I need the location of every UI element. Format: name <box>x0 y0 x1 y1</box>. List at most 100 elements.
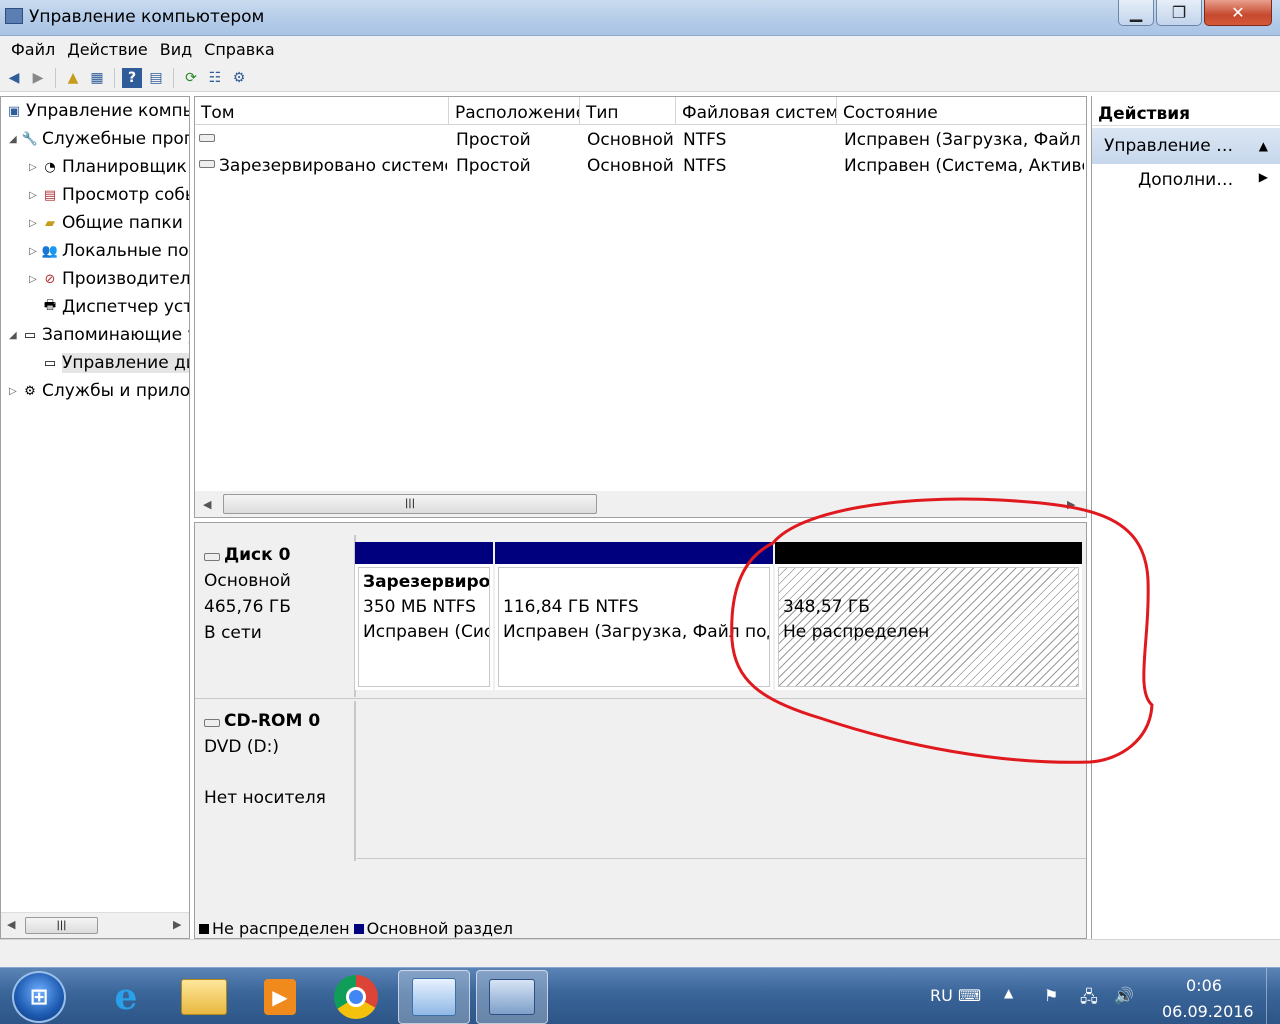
column-status[interactable]: Состояние <box>837 97 1086 125</box>
menu-file[interactable]: Файл <box>6 36 60 64</box>
actions-title: Действия <box>1092 96 1280 126</box>
tree-horizontal-scrollbar[interactable]: ◀ ||| ▶ <box>1 912 189 938</box>
shared-folder-icon: ▰ <box>45 215 55 231</box>
scroll-right-icon[interactable]: ▶ <box>173 918 181 931</box>
file-system-cell: NTFS <box>683 130 727 150</box>
clock-icon: ◔ <box>44 159 56 175</box>
table-row[interactable]: Простой Основной NTFS Исправен (Загрузка… <box>195 127 1086 153</box>
cdrom-0-name: CD-ROM 0 <box>204 711 354 731</box>
cdrom-0-info[interactable]: CD-ROM 0 DVD (D:) Нет носителя <box>196 701 356 861</box>
computer-management-taskbar-icon[interactable] <box>476 970 548 1024</box>
keyboard-icon[interactable]: ⌨ <box>958 986 981 1005</box>
partition-body: 116,84 ГБ NTFS Исправен (Загрузка, Файл … <box>498 567 770 687</box>
show-desktop-button[interactable] <box>1266 968 1280 1024</box>
performance-icon: ⊘ <box>44 271 56 287</box>
tree-item-performance[interactable]: ▷ ⊘ Производительность <box>29 266 189 292</box>
tree-item-storage[interactable]: ◢ ▭ Запоминающие устройства <box>9 322 189 348</box>
services-icon: ⚙ <box>24 383 36 399</box>
disk-0-info[interactable]: Диск 0 Основной 465,76 ГБ В сети <box>196 535 356 697</box>
start-button[interactable]: ⊞ <box>12 971 66 1023</box>
settings-icon[interactable]: ⚙ <box>229 68 249 88</box>
partition-body: 348,57 ГБ Не распределен <box>778 567 1079 687</box>
up-folder-icon[interactable]: ▲ <box>63 68 83 88</box>
column-volume[interactable]: Том <box>195 97 449 125</box>
language-indicator[interactable]: RU <box>930 986 953 1005</box>
clock-time[interactable]: 0:06 <box>1186 976 1222 995</box>
partition-state: Не распределен <box>783 622 930 642</box>
users-icon: 👥 <box>41 243 59 259</box>
cdrom-0-size <box>204 763 354 782</box>
expand-arrow-icon[interactable]: ▷ <box>29 218 41 229</box>
scroll-right-icon[interactable]: ▶ <box>1067 498 1075 511</box>
tree-item-task-scheduler[interactable]: ▷ ◔ Планировщик заданий <box>29 154 189 180</box>
scrollbar-thumb[interactable]: ||| <box>223 494 597 514</box>
tree-item-local-users[interactable]: ▷ 👥 Локальные пользователи <box>29 238 189 264</box>
menu-action[interactable]: Действие <box>62 36 153 64</box>
title-bar[interactable]: Управление компьютером ▁ ❐ ✕ <box>0 0 1280 36</box>
properties-icon[interactable]: ▤ <box>146 68 166 88</box>
column-layout[interactable]: Расположение <box>449 97 580 125</box>
partition-state: Исправен (Система, Активен, Основной раз… <box>363 622 490 642</box>
partition-state: Исправен (Загрузка, Файл подкачки, Авари… <box>503 622 769 642</box>
menu-help[interactable]: Справка <box>199 36 280 64</box>
computer-icon: ▣ <box>7 103 21 119</box>
tree-item-services[interactable]: ▷ ⚙ Службы и приложения <box>9 378 189 404</box>
taskbar: ⊞ e ▶ RU ⌨ ▲ ⚑ 🖧 🔊 0:06 06.09.2016 <box>0 967 1280 1024</box>
scrollbar-thumb[interactable]: ||| <box>25 917 98 934</box>
column-type[interactable]: Тип <box>580 97 676 125</box>
expand-arrow-icon[interactable]: ▷ <box>29 162 41 173</box>
chrome-icon[interactable] <box>320 970 392 1024</box>
collapse-arrow-icon[interactable]: ▲ <box>1259 139 1268 153</box>
maximize-button[interactable]: ❐ <box>1156 0 1202 26</box>
tree-item-shared-folders[interactable]: ▷ ▰ Общие папки <box>29 210 183 236</box>
table-row[interactable]: Зарезервировано системой Простой Основно… <box>195 153 1086 179</box>
tree-item-device-manager[interactable]: 🖶 Диспетчер устройств <box>29 294 189 320</box>
expand-arrow-icon[interactable]: ◢ <box>9 134 21 145</box>
control-panel-icon[interactable] <box>398 970 470 1024</box>
refresh-icon[interactable]: ⟳ <box>181 68 201 88</box>
media-player-icon[interactable]: ▶ <box>244 970 316 1024</box>
partition-body: Зарезервировано системой 350 МБ NTFS Исп… <box>358 567 490 687</box>
show-hide-tree-icon[interactable]: ▦ <box>87 68 107 88</box>
actions-section-label: Управление дисками <box>1104 136 1239 156</box>
volume-icon[interactable]: 🔊 <box>1114 986 1134 1005</box>
forward-arrow-icon[interactable]: ▶ <box>28 68 48 88</box>
expand-arrow-icon[interactable]: ▷ <box>29 246 41 257</box>
expand-arrow-icon[interactable]: ▷ <box>29 190 41 201</box>
actions-pane: Действия Управление дисками ▲ Дополнител… <box>1091 96 1280 939</box>
explorer-folder-icon[interactable] <box>168 970 240 1024</box>
column-file-system[interactable]: Файловая система <box>676 97 837 125</box>
more-actions-item[interactable]: Дополнительные действия ▶ <box>1092 164 1280 196</box>
hard-disk-icon <box>204 553 220 561</box>
action-center-flag-icon[interactable]: ⚑ <box>1044 986 1058 1005</box>
expand-arrow-icon[interactable]: ▷ <box>9 386 21 397</box>
partition-c[interactable]: 116,84 ГБ NTFS Исправен (Загрузка, Файл … <box>495 542 773 690</box>
actions-section-disk-management[interactable]: Управление дисками ▲ <box>1092 128 1280 164</box>
tree-item-disk-management[interactable]: ▭ Управление дисками <box>29 350 189 376</box>
menu-view[interactable]: Вид <box>155 36 197 64</box>
minimize-button[interactable]: ▁ <box>1118 0 1154 26</box>
scroll-left-icon[interactable]: ◀ <box>7 918 15 931</box>
back-arrow-icon[interactable]: ◀ <box>4 68 24 88</box>
menu-bar: Файл Действие Вид Справка <box>0 36 1280 64</box>
tree-root[interactable]: ▣ Управление компьютером (локальным) <box>5 98 189 124</box>
expand-arrow-icon[interactable]: ▷ <box>29 274 41 285</box>
volume-list-horizontal-scrollbar[interactable]: ◀ ||| ▶ <box>195 491 1086 517</box>
tree-item-event-viewer[interactable]: ▷ ▤ Просмотр событий <box>29 182 189 208</box>
show-hidden-icons-icon[interactable]: ▲ <box>1004 986 1013 1000</box>
legend-item-primary: Основной раздел <box>353 919 513 938</box>
disk-graphical-view: Диск 0 Основной 465,76 ГБ В сети Зарезер… <box>194 522 1087 939</box>
scroll-left-icon[interactable]: ◀ <box>203 498 211 511</box>
status-bar <box>0 939 1280 967</box>
partition-system-reserved[interactable]: Зарезервировано системой 350 МБ NTFS Исп… <box>355 542 493 690</box>
network-icon[interactable]: 🖧 <box>1080 986 1098 1013</box>
expand-arrow-icon[interactable]: ◢ <box>9 330 21 341</box>
clock-date[interactable]: 06.09.2016 <box>1162 1002 1254 1021</box>
help-icon[interactable]: ? <box>122 67 142 88</box>
legend: Не распределен Основной раздел <box>199 919 513 938</box>
internet-explorer-icon[interactable]: e <box>90 970 162 1024</box>
tree-item-system-tools[interactable]: ◢ 🔧 Служебные программы <box>9 126 189 152</box>
close-button[interactable]: ✕ <box>1204 0 1272 26</box>
unallocated-space[interactable]: 348,57 ГБ Не распределен <box>775 542 1082 690</box>
export-list-icon[interactable]: ☷ <box>205 68 225 88</box>
